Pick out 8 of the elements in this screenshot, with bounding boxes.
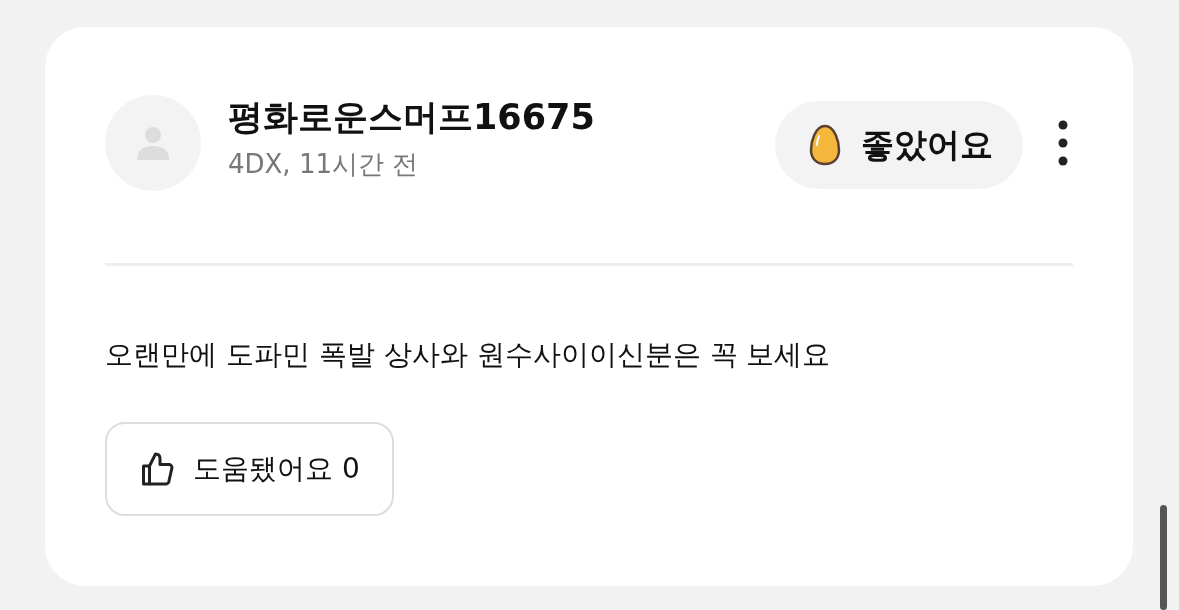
reaction-button[interactable]: 좋았어요 <box>775 101 1023 189</box>
review-meta: 4DX, 11시간 전 <box>228 148 420 181</box>
review-text: 오랜만에 도파민 폭발 상사와 원수사이이신분은 꼭 보세요 <box>105 337 832 373</box>
helpful-button[interactable]: 도움됐어요 0 <box>105 422 394 516</box>
scrollbar[interactable] <box>1160 505 1167 610</box>
thumbs-up-icon <box>139 451 175 487</box>
author-name: 평화로운스머프16675 <box>228 96 596 139</box>
egg-icon <box>809 124 841 166</box>
